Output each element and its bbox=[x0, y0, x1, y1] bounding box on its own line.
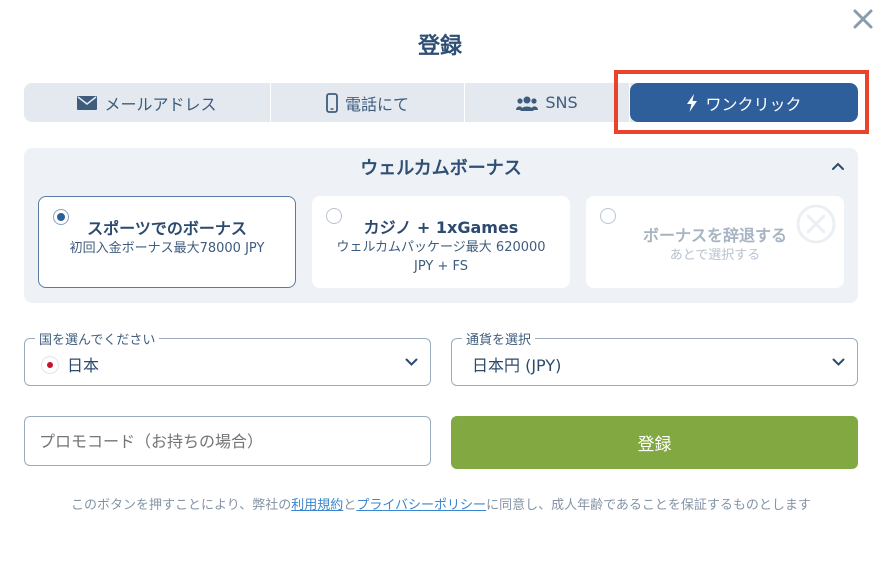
legal-notice: このボタンを押すことにより、弊社の利用規約とプライバシーポリシーに同意し、成人年… bbox=[24, 495, 858, 516]
promo-code-input[interactable] bbox=[24, 416, 431, 466]
bonus-card-title: スポーツでのボーナス bbox=[87, 219, 247, 238]
bonus-card-title: カジノ + 1xGames bbox=[363, 218, 519, 237]
page-title: 登録 bbox=[417, 34, 462, 59]
bonus-card-subtitle: あとで選択する bbox=[669, 248, 761, 263]
tab-sns[interactable]: SNS bbox=[465, 83, 630, 122]
legal-text-3: に同意し、成人年齢であることを保証するものとします bbox=[486, 498, 811, 513]
legal-text-2: と bbox=[343, 498, 357, 513]
country-label: 国を選んでください bbox=[35, 329, 160, 348]
tab-one-click-label: ワンクリック bbox=[705, 94, 802, 114]
welcome-bonus-panel: ウェルカムボーナス スポーツでのボーナス 初回入金ボーナス最大78000 JPY… bbox=[24, 148, 858, 303]
country-select[interactable]: 国を選んでください 日本 bbox=[24, 329, 431, 386]
bonus-card-casino[interactable]: カジノ + 1xGames ウェルカムパッケージ最大 620000 JPY + … bbox=[312, 196, 570, 288]
tab-phone[interactable]: 電話にて bbox=[271, 83, 465, 122]
tab-email[interactable]: メールアドレス bbox=[24, 83, 271, 122]
lightning-icon bbox=[687, 93, 698, 112]
bonus-card-sports[interactable]: スポーツでのボーナス 初回入金ボーナス最大78000 JPY bbox=[38, 196, 296, 288]
bonus-card-title: ボーナスを辞退する bbox=[642, 226, 787, 245]
chevron-down-icon bbox=[405, 358, 418, 366]
bonus-card-subtitle: 初回入金ボーナス最大78000 JPY bbox=[69, 241, 265, 256]
chevron-down-icon bbox=[832, 358, 845, 366]
privacy-policy-link[interactable]: プライバシーポリシー bbox=[356, 498, 486, 513]
country-value-wrap: 日本 bbox=[41, 352, 99, 376]
tab-one-click[interactable]: ワンクリック bbox=[630, 83, 858, 122]
tab-phone-label: 電話にて bbox=[344, 94, 409, 114]
users-icon bbox=[516, 96, 539, 111]
japan-flag-icon bbox=[41, 356, 59, 374]
bonus-card-decline[interactable]: ボーナスを辞退する あとで選択する bbox=[586, 196, 844, 288]
terms-link[interactable]: 利用規約 bbox=[291, 498, 343, 513]
register-button[interactable]: 登録 bbox=[451, 416, 858, 469]
currency-label: 通貨を選択 bbox=[462, 329, 536, 348]
country-value: 日本 bbox=[67, 356, 100, 375]
bonus-card-subtitle: ウェルカムパッケージ最大 620000 JPY + FS bbox=[336, 240, 546, 274]
envelope-icon bbox=[77, 95, 98, 110]
chevron-up-icon[interactable] bbox=[830, 160, 846, 172]
currency-select[interactable]: 通貨を選択 日本円 (JPY) bbox=[451, 329, 858, 386]
legal-text-1: このボタンを押すことにより、弊社の bbox=[71, 498, 292, 513]
currency-value: 日本円 (JPY) bbox=[472, 356, 562, 375]
phone-icon bbox=[326, 92, 338, 113]
tab-email-label: メールアドレス bbox=[104, 94, 217, 114]
registration-tabs: メールアドレス 電話にて SNS ワンクリック bbox=[24, 83, 858, 122]
bonus-header: ウェルカムボーナス bbox=[360, 158, 522, 179]
tab-sns-label: SNS bbox=[545, 93, 578, 112]
